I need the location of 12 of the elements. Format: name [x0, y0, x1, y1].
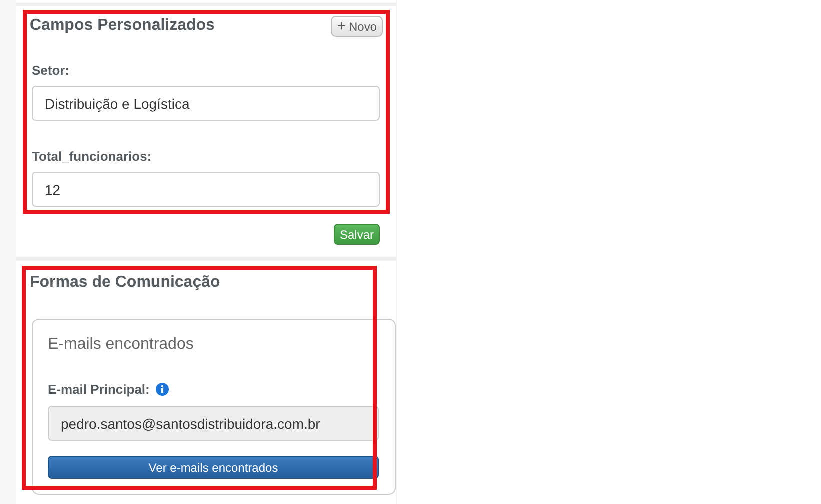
section-title: Campos Personalizados	[30, 16, 215, 36]
input-field[interactable]: Distribuição e Logística	[32, 86, 380, 121]
view-emails-button[interactable]: Ver e-mails encontrados	[48, 456, 379, 479]
email-field[interactable]: pedro.santos@santosdistribuidora.com.br	[48, 406, 379, 441]
info-icon[interactable]	[156, 383, 169, 396]
card-title: E-mails encontrados	[48, 335, 195, 355]
input-field[interactable]: 12	[32, 172, 380, 207]
field-label: Setor:	[32, 63, 71, 78]
new-button[interactable]: + Novo	[331, 16, 383, 37]
section-title: Formas de Comunicação	[30, 273, 220, 293]
field-label: Total_funcionarios:	[32, 149, 153, 164]
field-label: E-mail Principal:	[48, 382, 150, 397]
